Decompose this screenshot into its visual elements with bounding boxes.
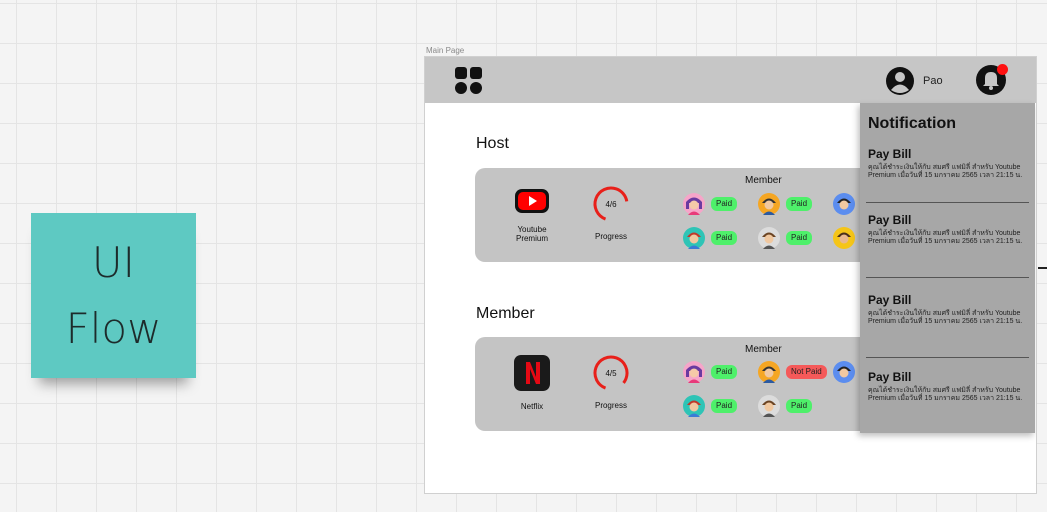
divider (866, 277, 1029, 278)
netflix-icon (514, 355, 550, 391)
user-name: Pao (923, 75, 943, 87)
user-avatar-icon (886, 67, 914, 95)
member-service: Netflix (497, 355, 567, 411)
payment-status-badge: Paid (786, 197, 813, 211)
notification-bell[interactable] (975, 64, 1008, 96)
member-avatar-icon[interactable] (833, 193, 855, 215)
member-service-name: Netflix (520, 402, 544, 411)
member-avatar-icon (758, 361, 780, 383)
notification-item-body: คุณได้ชำระเงินให้กับ สมศรี แฟมิลี่ สำหรั… (868, 230, 1023, 245)
payment-status-badge: Not Paid (786, 365, 827, 379)
notification-item-body: คุณได้ชำระเงินให้กับ สมศรี แฟมิลี่ สำหรั… (868, 310, 1023, 325)
host-section-title: Host (476, 135, 509, 152)
notification-item-title: Pay Bill (868, 370, 912, 384)
member-avatar-icon (683, 227, 705, 249)
member-member-4[interactable]: Paid (758, 395, 813, 417)
member-progress-ring: 4/5 (591, 353, 631, 393)
host-progress-value: 4/6 (605, 199, 617, 209)
divider (866, 357, 1029, 358)
notification-panel-title: Notification (868, 115, 956, 132)
top-bar: Pao (425, 57, 1036, 103)
host-member-4[interactable]: Paid (758, 227, 813, 249)
frame-label: Main Page (426, 46, 465, 55)
sticky-note-text: UI Flow (65, 237, 162, 353)
member-avatar-icon (758, 193, 780, 215)
youtube-icon (515, 189, 549, 213)
member-progress-value: 4/5 (605, 368, 617, 378)
notification-item-body: คุณได้ชำระเงินให้กับ สมศรี แฟมิลี่ สำหรั… (868, 164, 1023, 179)
notification-item-title: Pay Bill (868, 213, 912, 227)
payment-status-badge: Paid (711, 197, 738, 211)
host-progress-ring: 4/6 (591, 184, 631, 224)
member-avatar-icon[interactable] (833, 361, 855, 383)
host-member-3[interactable]: Paid (683, 227, 738, 249)
member-avatar-icon (758, 227, 780, 249)
member-avatar-icon (683, 193, 705, 215)
divider (866, 202, 1029, 203)
apps-menu-icon[interactable] (455, 67, 483, 95)
member-member-2[interactable]: Not Paid (758, 361, 827, 383)
member-progress: 4/5 Progress (581, 353, 641, 410)
host-member-2[interactable]: Paid (758, 193, 813, 215)
payment-status-badge: Paid (786, 399, 813, 413)
connector-line (1038, 267, 1047, 269)
member-avatar-icon (683, 361, 705, 383)
host-progress-label: Progress (594, 232, 627, 241)
notification-item[interactable]: Pay Bill คุณได้ชำระเงินให้กับ สมศรี แฟมิ… (868, 213, 1030, 246)
main-page-frame: Pao Host Youtube Premium 4/6 Progress Me… (424, 56, 1037, 494)
member-avatar-icon[interactable] (833, 227, 855, 249)
host-member-heading: Member (745, 175, 782, 186)
member-member-3[interactable]: Paid (683, 395, 738, 417)
notification-item[interactable]: Pay Bill คุณได้ชำระเงินให้กับ สมศรี แฟมิ… (868, 370, 1030, 403)
member-avatar-icon (758, 395, 780, 417)
member-progress-label: Progress (594, 401, 627, 410)
sticky-note[interactable]: UI Flow (31, 213, 196, 378)
member-avatar-icon (683, 395, 705, 417)
payment-status-badge: Paid (786, 231, 813, 245)
member-section-title: Member (476, 305, 535, 322)
notification-item[interactable]: Pay Bill คุณได้ชำระเงินให้กับ สมศรี แฟมิ… (868, 147, 1030, 180)
member-member-1[interactable]: Paid (683, 361, 738, 383)
host-service-name: Youtube Premium (515, 225, 548, 243)
notification-panel: Notification Pay Bill คุณได้ชำระเงินให้ก… (860, 103, 1035, 433)
notification-item[interactable]: Pay Bill คุณได้ชำระเงินให้กับ สมศรี แฟมิ… (868, 293, 1030, 326)
user-profile[interactable]: Pao (885, 66, 943, 96)
payment-status-badge: Paid (711, 365, 738, 379)
host-service: Youtube Premium (497, 186, 567, 243)
member-member-heading: Member (745, 344, 782, 355)
notification-item-title: Pay Bill (868, 293, 912, 307)
notification-item-body: คุณได้ชำระเงินให้กับ สมศรี แฟมิลี่ สำหรั… (868, 387, 1023, 402)
notification-item-title: Pay Bill (868, 147, 912, 161)
payment-status-badge: Paid (711, 399, 738, 413)
notification-badge (997, 64, 1008, 75)
host-member-1[interactable]: Paid (683, 193, 738, 215)
host-progress: 4/6 Progress (581, 184, 641, 241)
payment-status-badge: Paid (711, 231, 738, 245)
